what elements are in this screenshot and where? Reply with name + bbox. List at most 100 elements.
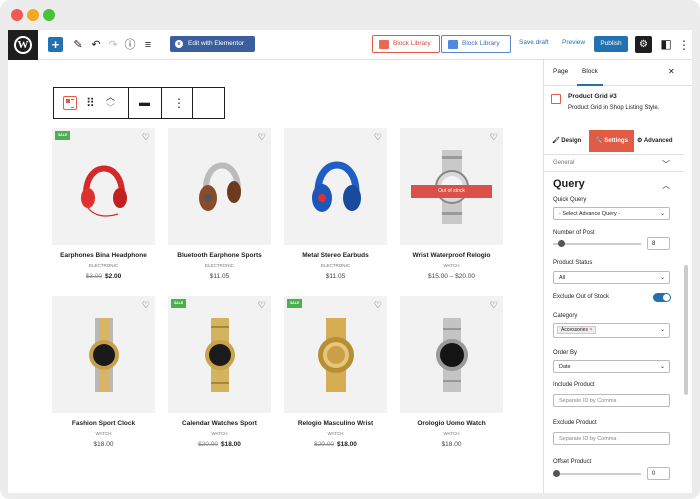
product-price: $18.00 bbox=[93, 441, 114, 448]
save-draft-link[interactable]: Save draft bbox=[519, 39, 549, 46]
product-title[interactable]: Bluetooth Earphone Sports bbox=[168, 252, 271, 259]
close-icon[interactable]: ✕ bbox=[668, 67, 675, 76]
product-image[interactable] bbox=[168, 296, 271, 413]
product-image[interactable] bbox=[400, 296, 503, 413]
drag-handle-icon[interactable]: ⠿ bbox=[86, 96, 95, 110]
add-block-button[interactable]: + bbox=[48, 37, 63, 52]
undo-icon[interactable]: ↶ bbox=[88, 37, 104, 53]
query-heading[interactable]: Query bbox=[553, 178, 585, 190]
wishlist-heart-icon[interactable]: ♡ bbox=[258, 300, 266, 310]
product-category[interactable]: ELECTRONIC bbox=[284, 263, 387, 268]
product-category[interactable]: WATCH bbox=[168, 431, 271, 436]
product-card[interactable]: ♡ Bluetooth Earphone Sports ELECTRONIC $… bbox=[168, 128, 271, 283]
block-options-icon[interactable]: ⋮ bbox=[173, 96, 185, 110]
product-title[interactable]: Relogio Masculino Wrist bbox=[284, 420, 387, 427]
product-image[interactable] bbox=[52, 296, 155, 413]
wishlist-heart-icon[interactable]: ♡ bbox=[258, 132, 266, 142]
product-category[interactable]: ELECTRONIC bbox=[168, 263, 271, 268]
block-name: Product Grid #3 bbox=[568, 93, 617, 100]
product-title[interactable]: Orologio Uomo Watch bbox=[400, 420, 503, 427]
remove-tag-icon[interactable]: × bbox=[589, 327, 592, 333]
edit-with-elementor-button[interactable]: e Edit with Elementor bbox=[170, 36, 255, 52]
tab-page[interactable]: Page bbox=[553, 68, 568, 75]
slider-handle[interactable] bbox=[558, 240, 565, 247]
exclude-out-of-stock-toggle[interactable] bbox=[653, 293, 671, 302]
wishlist-heart-icon[interactable]: ♡ bbox=[490, 300, 498, 310]
product-category[interactable]: WATCH bbox=[400, 431, 503, 436]
product-card[interactable]: SALE ♡ Relogio Masculino Wrist WATCH $20… bbox=[284, 296, 387, 451]
slider-handle[interactable] bbox=[553, 470, 560, 477]
offset-product-slider[interactable] bbox=[553, 470, 641, 477]
product-card[interactable]: ♡ Fashion Sport Clock WATCH $18.00 bbox=[52, 296, 155, 451]
product-card[interactable]: Out of stock ♡ Wrist Waterproof Relogio … bbox=[400, 128, 503, 283]
product-title[interactable]: Metal Stereo Earbuds bbox=[284, 252, 387, 259]
wishlist-heart-icon[interactable]: ♡ bbox=[142, 300, 150, 310]
align-icon[interactable]: ▬ bbox=[139, 96, 150, 110]
product-category[interactable]: WATCH bbox=[400, 263, 503, 268]
include-product-label: Include Product bbox=[553, 382, 595, 388]
product-card[interactable]: SALE ♡ Earphones Bina Headphone ELECTRON… bbox=[52, 128, 155, 283]
quick-query-select[interactable]: - Select Advance Query - ⌄ bbox=[553, 207, 670, 220]
sale-badge: SALE bbox=[287, 299, 302, 308]
exclude-product-input[interactable]: Separate ID by Comma bbox=[553, 432, 670, 445]
maximize-window-dot[interactable] bbox=[43, 9, 55, 21]
order-by-select[interactable]: Date ⌄ bbox=[553, 360, 670, 373]
tab-design[interactable]: 🖌 Design bbox=[552, 130, 581, 152]
product-status-select[interactable]: All ⌄ bbox=[553, 271, 670, 284]
block-library-button-2[interactable]: Block Library bbox=[441, 35, 511, 53]
include-product-input[interactable]: Separate ID by Comma bbox=[553, 394, 670, 407]
wishlist-heart-icon[interactable]: ♡ bbox=[374, 132, 382, 142]
product-card[interactable]: ♡ Orologio Uomo Watch WATCH $18.00 bbox=[400, 296, 503, 451]
number-of-post-input[interactable]: 8 bbox=[647, 237, 670, 250]
chevron-up-icon[interactable]: ︿ bbox=[662, 180, 670, 191]
number-of-post-slider[interactable] bbox=[553, 240, 641, 247]
product-price: $15.00 – $20.00 bbox=[428, 273, 475, 280]
active-tab-indicator bbox=[577, 84, 603, 86]
product-title[interactable]: Earphones Bina Headphone bbox=[52, 252, 155, 259]
wishlist-heart-icon[interactable]: ♡ bbox=[490, 132, 498, 142]
product-title[interactable]: Calendar Watches Sport bbox=[168, 420, 271, 427]
product-image[interactable] bbox=[168, 128, 271, 245]
product-grid-block-icon bbox=[551, 94, 561, 104]
product-grid-block-icon[interactable] bbox=[63, 96, 77, 110]
product-title[interactable]: Wrist Waterproof Relogio bbox=[400, 252, 503, 259]
settings-gear-icon[interactable]: ⚙ bbox=[635, 36, 652, 53]
tab-advanced[interactable]: ⚙ Advanced bbox=[637, 130, 673, 152]
product-category[interactable]: ELECTRONIC bbox=[52, 263, 155, 268]
redo-icon[interactable]: ↷ bbox=[105, 37, 121, 53]
block-library-button-1[interactable]: Block Library bbox=[372, 35, 440, 53]
general-panel-toggle[interactable]: General ﹀ bbox=[544, 154, 684, 172]
category-tag[interactable]: Accessories × bbox=[557, 326, 597, 334]
tab-settings[interactable]: 🔧 Settings bbox=[589, 130, 634, 152]
wishlist-heart-icon[interactable]: ♡ bbox=[374, 300, 382, 310]
close-window-dot[interactable] bbox=[11, 9, 23, 21]
more-options-icon[interactable]: ⋮ bbox=[676, 37, 692, 53]
minimize-window-dot[interactable] bbox=[27, 9, 39, 21]
product-category[interactable]: WATCH bbox=[52, 431, 155, 436]
preview-link[interactable]: Preview bbox=[562, 39, 585, 46]
move-down-icon[interactable]: ﹀ bbox=[106, 101, 115, 115]
tab-block[interactable]: Block bbox=[582, 68, 598, 75]
wishlist-heart-icon[interactable]: ♡ bbox=[142, 132, 150, 142]
watch-image bbox=[436, 318, 468, 392]
elementor-icon: e bbox=[175, 40, 183, 48]
product-image[interactable]: Out of stock bbox=[400, 128, 503, 245]
list-view-icon[interactable]: ≡ bbox=[140, 37, 156, 53]
product-image[interactable] bbox=[284, 296, 387, 413]
plugin-icon[interactable]: ◧ bbox=[658, 36, 674, 52]
product-price: $20.00 $18.00 bbox=[314, 441, 357, 448]
product-image[interactable] bbox=[52, 128, 155, 245]
offset-product-input[interactable]: 0 bbox=[647, 467, 670, 480]
product-category[interactable]: WATCH bbox=[284, 431, 387, 436]
wordpress-logo-icon[interactable]: W bbox=[8, 30, 38, 60]
info-icon[interactable]: ⓘ bbox=[122, 37, 138, 53]
gear-icon: ⚙ bbox=[637, 138, 643, 144]
pencil-icon[interactable]: ✎ bbox=[70, 37, 86, 53]
product-card[interactable]: SALE ♡ Calendar Watches Sport WATCH $20.… bbox=[168, 296, 271, 451]
product-image[interactable] bbox=[284, 128, 387, 245]
publish-button[interactable]: Publish bbox=[594, 36, 628, 52]
category-select[interactable]: Accessories × ⌄ bbox=[553, 323, 670, 338]
product-card[interactable]: ♡ Metal Stereo Earbuds ELECTRONIC $11.05 bbox=[284, 128, 387, 283]
product-title[interactable]: Fashion Sport Clock bbox=[52, 420, 155, 427]
sidebar-scrollbar[interactable] bbox=[684, 265, 688, 395]
